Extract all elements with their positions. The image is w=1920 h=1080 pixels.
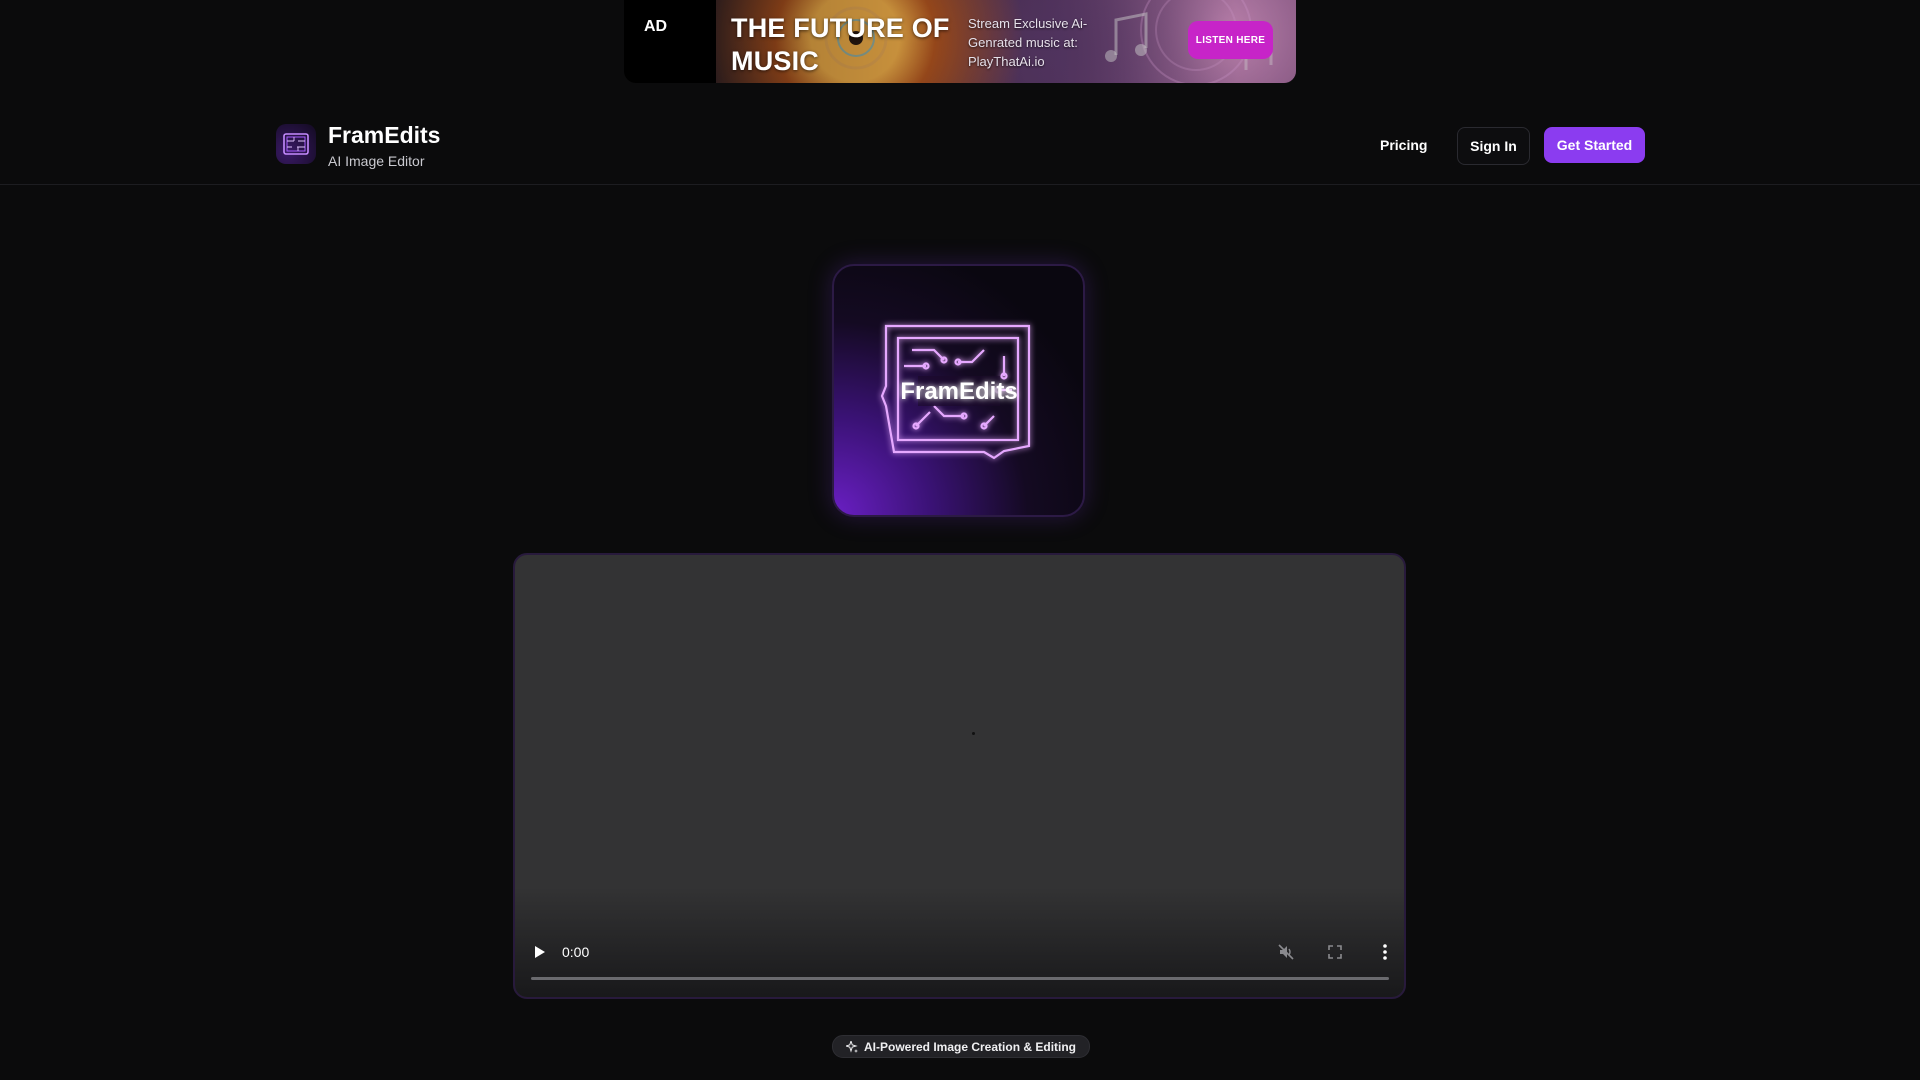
feature-badge: AI-Powered Image Creation & Editing (832, 1035, 1090, 1058)
video-player[interactable]: 0:00 (513, 553, 1406, 999)
current-time: 0:00 (562, 944, 590, 960)
ad-headline: THE FUTURE OF MUSIC (731, 13, 950, 76)
mute-button[interactable] (1275, 941, 1297, 963)
brand-tagline: AI Image Editor (328, 153, 425, 169)
fullscreen-icon (1328, 945, 1342, 959)
play-icon (535, 946, 545, 958)
play-button[interactable] (531, 943, 549, 961)
muted-icon (1278, 944, 1294, 960)
loading-indicator (972, 732, 975, 735)
feature-badge-label: AI-Powered Image Creation & Editing (863, 1039, 1077, 1054)
brand-name[interactable]: FramEdits (328, 122, 440, 149)
sign-in-button[interactable]: Sign In (1457, 127, 1530, 165)
more-vertical-icon (1383, 944, 1387, 960)
listen-here-button[interactable]: LISTEN HERE (1188, 21, 1273, 59)
pricing-link[interactable]: Pricing (1370, 127, 1437, 163)
ad-banner[interactable]: AD THE FUTURE OF MUSIC Stream Exclusive … (624, 0, 1296, 83)
brand-logo[interactable] (276, 124, 316, 164)
more-options-button[interactable] (1374, 941, 1396, 963)
fullscreen-button[interactable] (1324, 941, 1346, 963)
hero-logo: FramEdits (832, 264, 1085, 517)
sparkles-icon (845, 1040, 858, 1053)
circuit-frame-logo-icon: FramEdits (880, 324, 1031, 460)
site-header: FramEdits AI Image Editor Pricing Sign I… (0, 100, 1920, 185)
video-progress-bar[interactable] (531, 977, 1389, 980)
ad-subtext: Stream Exclusive Ai-Genrated music at: P… (968, 16, 1088, 69)
circuit-frame-icon (283, 133, 309, 155)
ad-label: AD (644, 18, 668, 35)
hero-logo-text: FramEdits (900, 378, 1017, 405)
get-started-button[interactable]: Get Started (1544, 127, 1645, 163)
controls-gradient (515, 887, 1404, 997)
